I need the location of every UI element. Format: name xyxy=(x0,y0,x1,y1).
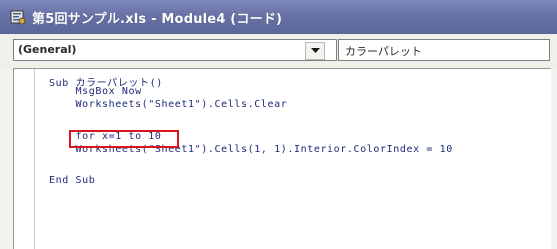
object-combo[interactable]: (General) xyxy=(13,39,337,61)
code-line[interactable]: End Sub xyxy=(49,175,95,186)
code-line[interactable]: MsgBox Now xyxy=(49,86,142,97)
object-combo-dropdown-button[interactable] xyxy=(305,42,325,60)
window-title: 第5回サンプル.xls - Module4 (コード) xyxy=(32,12,283,27)
code-editor[interactable]: Sub カラーパレット() MsgBox Now Worksheets("She… xyxy=(13,68,551,249)
procedure-combo-value: カラーパレット xyxy=(345,45,422,58)
chevron-down-icon xyxy=(311,48,320,53)
margin-indicator-bar[interactable] xyxy=(14,69,35,249)
code-toolbar: (General) カラーパレット xyxy=(0,34,557,68)
vba-module-icon xyxy=(10,10,26,25)
title-bar[interactable]: 第5回サンプル.xls - Module4 (コード) xyxy=(0,0,557,34)
code-line[interactable]: Worksheets("Sheet1").Cells.Clear xyxy=(49,99,287,110)
object-combo-value: (General) xyxy=(18,43,77,56)
highlight-annotation-box xyxy=(69,130,179,148)
vba-code-window: 第5回サンプル.xls - Module4 (コード) (General) カラ… xyxy=(0,0,557,249)
procedure-combo[interactable]: カラーパレット xyxy=(338,39,550,61)
